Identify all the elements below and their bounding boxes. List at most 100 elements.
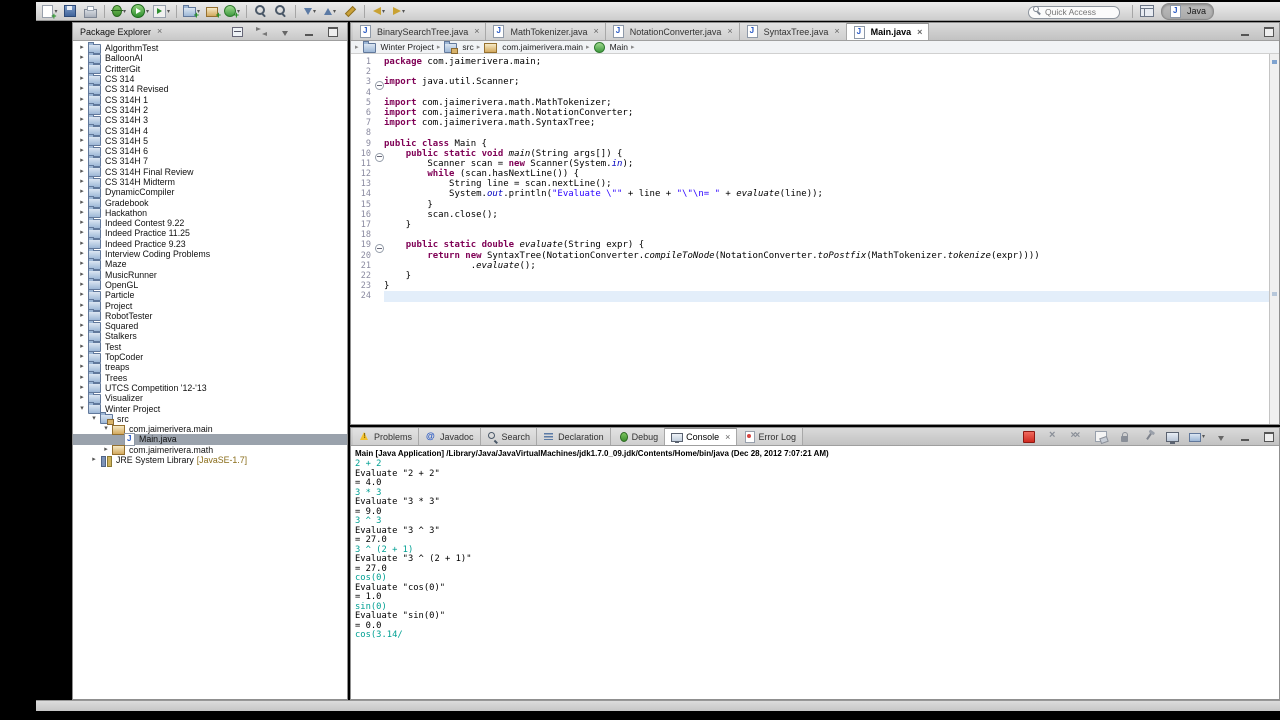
code-editor[interactable]: 1package com.jaimerivera.main;23import j… (351, 54, 1279, 424)
expand-arrow-icon[interactable]: ▸ (77, 64, 87, 74)
tree-item[interactable]: ▸CS 314H 7 (73, 156, 347, 166)
pin-console-icon[interactable] (1139, 429, 1159, 445)
expand-arrow-icon[interactable]: ▸ (77, 393, 87, 403)
dropdown-caret-icon[interactable]: ▾ (146, 8, 149, 15)
view-tab-problems[interactable]: Problems (353, 428, 419, 445)
view-menu-icon[interactable] (275, 24, 295, 40)
code-text[interactable] (384, 88, 1279, 98)
print-icon[interactable] (80, 3, 100, 19)
package-explorer-tab[interactable]: Package Explorer (77, 27, 154, 37)
link-with-editor-icon[interactable] (251, 24, 271, 40)
code-text[interactable]: import com.jaimerivera.math.SyntaxTree; (384, 118, 1279, 128)
overview-ruler[interactable] (1269, 54, 1279, 424)
minimize-icon[interactable] (1235, 24, 1255, 40)
fold-collapse-icon[interactable] (375, 153, 384, 162)
dropdown-caret-icon[interactable]: ▾ (1202, 433, 1205, 440)
tree-item[interactable]: ▸CS 314H 4 (73, 125, 347, 135)
tree-item[interactable]: ▸Indeed Contest 9.22 (73, 218, 347, 228)
editor-tab-binarysearchtree-java[interactable]: BinarySearchTree.java× (353, 23, 486, 40)
tree-item[interactable]: ▸CS 314 Revised (73, 84, 347, 94)
expand-arrow-icon[interactable]: ▸ (77, 342, 87, 352)
expand-arrow-icon[interactable]: ▸ (77, 53, 87, 63)
maximize-icon[interactable] (323, 24, 343, 40)
expand-arrow-icon[interactable]: ▸ (77, 74, 87, 84)
code-text[interactable]: } (384, 220, 1279, 230)
expand-arrow-icon[interactable]: ▸ (77, 383, 87, 393)
tree-item[interactable]: ▸Hackathon (73, 208, 347, 218)
tree-item[interactable]: ▾com.jaimerivera.main (73, 424, 347, 434)
tree-item[interactable]: ▸MusicRunner (73, 270, 347, 280)
tree-item[interactable]: ▸AlgorithmTest (73, 43, 347, 53)
tree-item[interactable]: ▸RobotTester (73, 311, 347, 321)
editor-tab-syntaxtree-java[interactable]: SyntaxTree.java× (740, 23, 847, 40)
tree-item[interactable]: ▸CS 314H 1 (73, 94, 347, 104)
breadcrumb-toggle-icon[interactable]: ▸ (355, 43, 359, 51)
expand-arrow-icon[interactable]: ▸ (89, 455, 99, 465)
expand-arrow-icon[interactable]: ▸ (77, 321, 87, 331)
code-text[interactable] (384, 128, 1279, 138)
maximize-icon[interactable] (1259, 429, 1279, 445)
expand-arrow-icon[interactable]: ▸ (77, 208, 87, 218)
expand-arrow-icon[interactable]: ▸ (77, 156, 87, 166)
expand-arrow-icon[interactable]: ▸ (77, 126, 87, 136)
code-text[interactable]: import java.util.Scanner; (384, 77, 1279, 87)
collapse-all-icon[interactable] (227, 24, 247, 40)
expand-arrow-icon[interactable]: ▸ (77, 331, 87, 341)
tree-item[interactable]: ▸Stalkers (73, 331, 347, 341)
view-tab-javadoc[interactable]: Javadoc (419, 428, 481, 445)
tree-item[interactable]: ▸Project (73, 300, 347, 310)
code-text[interactable]: return new SyntaxTree(NotationConverter.… (384, 251, 1279, 261)
open-type-icon[interactable] (251, 3, 271, 19)
expand-arrow-icon[interactable]: ▸ (77, 218, 87, 228)
expand-arrow-icon[interactable]: ▸ (77, 167, 87, 177)
next-annotation-icon[interactable]: ▾ (300, 3, 320, 19)
remove-all-launches-icon[interactable] (1067, 429, 1087, 445)
view-tab-console[interactable]: Console× (665, 428, 737, 445)
expand-arrow-icon[interactable]: ▸ (77, 249, 87, 259)
expand-arrow-icon[interactable]: ▸ (77, 43, 87, 53)
tree-item[interactable]: ▸BalloonAI (73, 53, 347, 63)
expand-arrow-icon[interactable]: ▸ (77, 290, 87, 300)
remove-launch-icon[interactable] (1043, 429, 1063, 445)
dropdown-caret-icon[interactable]: ▾ (382, 8, 385, 15)
code-text[interactable]: System.out.println("Evaluate \"" + line … (384, 189, 1279, 199)
tree-item[interactable]: ▾src (73, 414, 347, 424)
code-text[interactable] (384, 291, 1279, 301)
display-selected-console-icon[interactable] (1163, 429, 1183, 445)
close-icon[interactable]: × (917, 28, 922, 37)
tree-item[interactable]: ▸UTCS Competition '12-'13 (73, 383, 347, 393)
last-edit-location-icon[interactable] (340, 3, 360, 19)
code-text[interactable]: scan.close(); (384, 210, 1279, 220)
previous-annotation-icon[interactable]: ▾ (320, 3, 340, 19)
search-icon[interactable] (271, 3, 291, 19)
back-icon[interactable]: ▾ (369, 3, 389, 19)
editor-tab-mathtokenizer-java[interactable]: MathTokenizer.java× (486, 23, 605, 40)
close-icon[interactable]: × (594, 27, 599, 36)
dropdown-caret-icon[interactable]: ▾ (167, 8, 170, 15)
maximize-icon[interactable] (1259, 24, 1279, 40)
code-text[interactable]: } (384, 281, 1279, 291)
editor-tab-notationconverter-java[interactable]: NotationConverter.java× (606, 23, 740, 40)
view-tab-debug[interactable]: Debug (611, 428, 666, 445)
expand-arrow-icon[interactable]: ▸ (77, 115, 87, 125)
breadcrumb-item[interactable]: Main (593, 42, 628, 53)
view-tab-error-log[interactable]: Error Log (737, 428, 803, 445)
close-icon[interactable]: × (727, 27, 732, 36)
tree-item[interactable]: ▸Indeed Practice 9.23 (73, 239, 347, 249)
close-icon[interactable]: × (474, 27, 479, 36)
expand-arrow-icon[interactable]: ▸ (77, 311, 87, 321)
code-text[interactable] (384, 67, 1279, 77)
terminate-icon[interactable] (1019, 429, 1039, 445)
tree-item[interactable]: ▾Winter Project (73, 403, 347, 413)
tree-item[interactable]: ▸Particle (73, 290, 347, 300)
new-wizard-icon[interactable]: ▾ (40, 3, 60, 19)
close-icon[interactable]: × (725, 433, 730, 442)
external-tools-icon[interactable]: ▾ (151, 3, 172, 19)
expand-arrow-icon[interactable]: ▸ (77, 105, 87, 115)
code-text[interactable]: public static void main(String args[]) { (384, 149, 1279, 159)
tree-item[interactable]: ▸Interview Coding Problems (73, 249, 347, 259)
tree-item[interactable]: ▸CS 314H 6 (73, 146, 347, 156)
minimize-icon[interactable] (299, 24, 319, 40)
package-explorer-tree[interactable]: ▸AlgorithmTest▸BalloonAI▸CritterGit▸CS 3… (73, 41, 347, 699)
tree-item[interactable]: ▸Indeed Practice 11.25 (73, 228, 347, 238)
